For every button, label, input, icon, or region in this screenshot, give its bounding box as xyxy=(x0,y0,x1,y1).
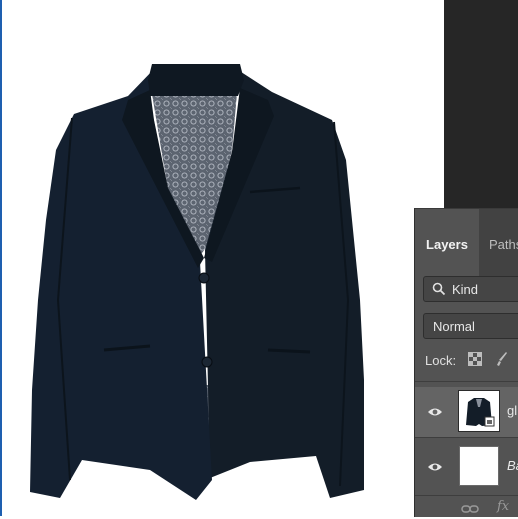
panel-divider xyxy=(415,495,518,496)
layer-name[interactable]: gl xyxy=(507,403,517,418)
layer-name[interactable]: Ba xyxy=(507,458,518,473)
lock-image-pixels-icon[interactable] xyxy=(496,351,508,372)
lock-row: Lock: xyxy=(415,347,518,373)
panel-tab-bar: Layers Paths xyxy=(415,209,518,279)
filter-kind-label: Kind xyxy=(452,282,479,297)
layer-thumbnail xyxy=(458,390,500,432)
document-canvas[interactable] xyxy=(0,0,444,516)
visibility-eye-icon[interactable] xyxy=(427,405,443,423)
layer-row[interactable]: gl xyxy=(415,387,518,437)
layer-divider xyxy=(415,437,518,438)
panel-footer: fx xyxy=(415,499,518,517)
lock-label: Lock: xyxy=(425,353,457,368)
blend-mode-select[interactable]: Normal xyxy=(423,313,518,339)
visibility-eye-icon[interactable] xyxy=(427,460,443,478)
blend-mode-label: Normal xyxy=(433,319,475,334)
layers-panel: Layers Paths Kind Normal Lock: xyxy=(414,208,518,517)
layer-thumbnail xyxy=(459,446,499,486)
link-icon[interactable] xyxy=(461,501,479,519)
fx-icon[interactable]: fx xyxy=(497,499,509,514)
tab-layers[interactable]: Layers xyxy=(415,209,479,279)
search-icon xyxy=(432,282,446,301)
tab-paths[interactable]: Paths xyxy=(481,209,518,279)
jacket-image xyxy=(30,64,364,500)
panel-divider xyxy=(415,381,518,382)
layer-row[interactable]: Ba xyxy=(415,442,518,492)
filter-kind-select[interactable]: Kind xyxy=(423,276,518,302)
lock-transparent-pixels-icon[interactable] xyxy=(468,352,482,371)
